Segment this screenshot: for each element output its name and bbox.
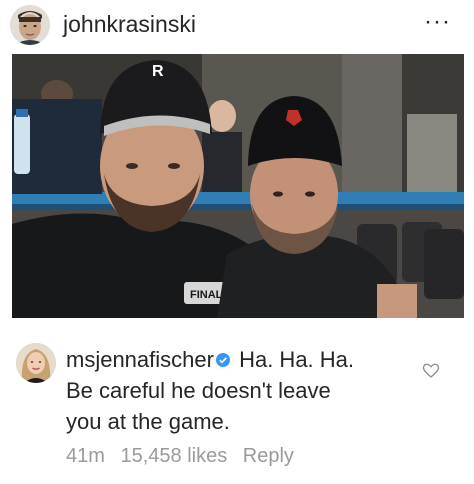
comment-text-line2: Be careful he doesn't leave — [66, 378, 331, 403]
post-header: johnkrasinski ··· — [0, 0, 474, 52]
commenter-avatar[interactable] — [16, 343, 56, 383]
heart-icon[interactable] — [422, 362, 440, 380]
reply-button[interactable]: Reply — [243, 445, 294, 467]
verified-badge-icon — [215, 353, 230, 367]
author-username[interactable]: johnkrasinski — [63, 11, 196, 38]
comment-text-line1: Ha. Ha. Ha. — [239, 347, 355, 372]
comment-text-line3: you at the game. — [66, 409, 230, 434]
commenter-username[interactable]: msjennafischer — [66, 347, 214, 372]
comment-time: 41m — [66, 445, 105, 467]
author-avatar[interactable] — [10, 5, 50, 45]
comment-meta: 41m 15,458 likes Reply — [66, 445, 304, 468]
post-photo[interactable]: R FINAL — [12, 54, 464, 318]
more-icon[interactable]: ··· — [424, 8, 451, 36]
comment-body: msjennafischer Ha. Ha. Ha. Be careful he… — [66, 344, 426, 437]
cap-logo-left: R — [152, 63, 164, 80]
shirt-logo-text: FINAL — [190, 289, 223, 301]
comment-likes[interactable]: 15,458 likes — [120, 445, 227, 467]
